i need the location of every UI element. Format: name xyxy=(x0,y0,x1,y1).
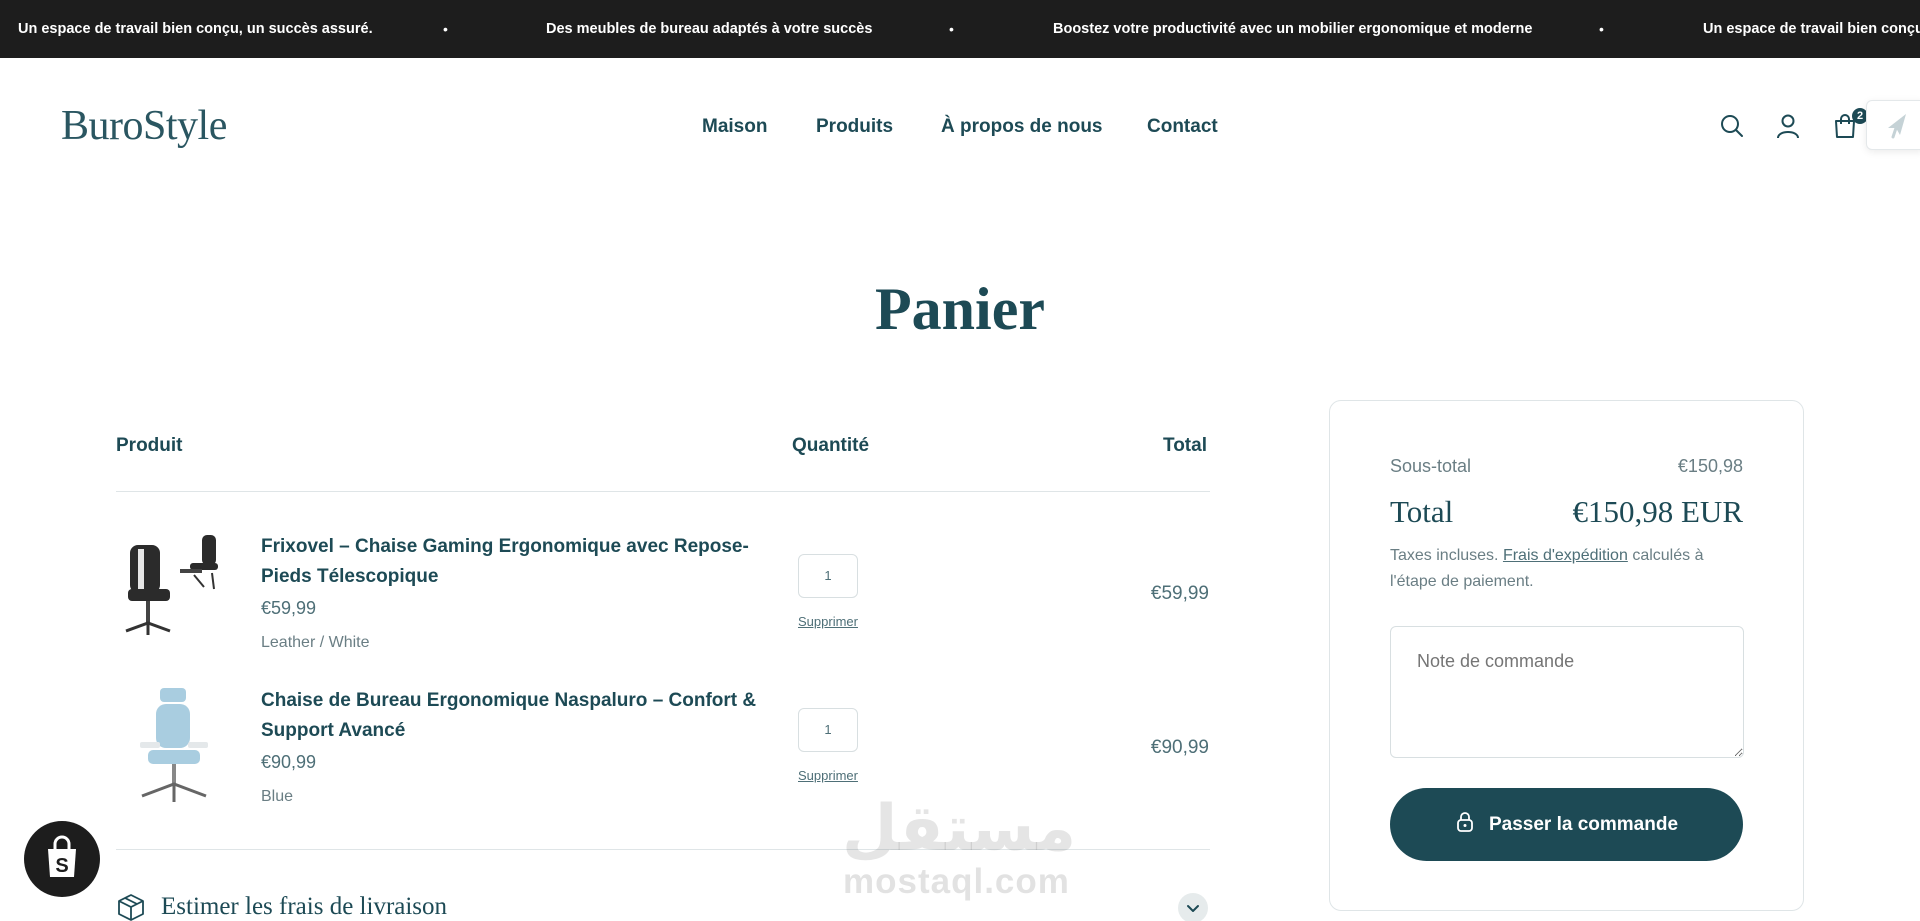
quantity-input[interactable]: 1 xyxy=(798,708,858,752)
product-variant: Blue xyxy=(261,788,294,805)
announcement-separator: • xyxy=(1599,21,1604,37)
shipping-estimate-toggle[interactable]: Estimer les frais de livraison xyxy=(161,893,447,921)
floating-action-button[interactable] xyxy=(1866,100,1920,150)
product-title[interactable]: Chaise de Bureau Ergonomique Naspaluro –… xyxy=(261,686,761,746)
lock-icon xyxy=(1455,811,1475,839)
remove-item-link[interactable]: Supprimer xyxy=(798,768,858,783)
column-header-product: Produit xyxy=(116,435,183,456)
announcement-bar: Un espace de travail bien conçu, un succ… xyxy=(0,0,1920,58)
column-header-quantity: Quantité xyxy=(792,435,870,456)
product-price: €59,99 xyxy=(261,598,317,618)
svg-text:S: S xyxy=(55,855,68,877)
announcement-message: Un espace de travail bien conçu, u xyxy=(1703,21,1920,37)
remove-item-link[interactable]: Supprimer xyxy=(798,614,858,629)
total-value: €150,98 EUR xyxy=(1572,494,1744,529)
rocket-icon xyxy=(1888,114,1906,139)
account-icon[interactable] xyxy=(1774,112,1802,140)
checkout-label: Passer la commande xyxy=(1488,813,1679,835)
subtotal-value: €150,98 xyxy=(1677,456,1743,476)
nav-item-produits[interactable]: Produits xyxy=(816,116,893,138)
announcement-message: Un espace de travail bien conçu, un succ… xyxy=(18,21,373,37)
package-icon xyxy=(116,892,146,921)
product-image-gaming-chair[interactable] xyxy=(116,531,232,651)
shopify-bag-icon[interactable]: S xyxy=(24,821,100,897)
product-title[interactable]: Frixovel – Chaise Gaming Ergonomique ave… xyxy=(261,532,761,592)
product-variant: Leather / White xyxy=(261,634,370,651)
checkout-button[interactable]: Passer la commande xyxy=(1390,788,1743,861)
tax-note: Taxes incluses. Frais d'expédition calcu… xyxy=(1390,543,1750,595)
announcement-separator: • xyxy=(443,21,448,37)
order-note-field[interactable] xyxy=(1390,626,1744,758)
watermark-arabic: مستقل xyxy=(842,792,1077,866)
line-total: €59,99 xyxy=(1150,583,1209,604)
nav-item-a-propos[interactable]: À propos de nous xyxy=(941,116,1103,138)
watermark-latin: mostaql.com xyxy=(843,862,1070,901)
chevron-down-icon[interactable] xyxy=(1178,893,1208,921)
announcement-message: Des meubles de bureau adaptés à votre su… xyxy=(546,21,873,37)
announcement-separator: • xyxy=(949,21,954,37)
line-total: €90,99 xyxy=(1150,737,1209,758)
shipping-policy-link[interactable]: Frais d'expédition xyxy=(1503,547,1628,564)
page-title: Panier xyxy=(875,276,1045,342)
product-image-office-chair[interactable] xyxy=(130,684,220,810)
tax-note-prefix: Taxes incluses. xyxy=(1390,547,1499,564)
product-price: €90,99 xyxy=(261,752,317,772)
column-header-total: Total xyxy=(1163,435,1207,456)
nav-item-contact[interactable]: Contact xyxy=(1147,116,1218,138)
announcement-message: Boostez votre productivité avec un mobil… xyxy=(1053,21,1533,37)
quantity-input[interactable]: 1 xyxy=(798,554,858,598)
search-icon[interactable] xyxy=(1718,112,1746,140)
table-divider xyxy=(116,491,1210,492)
nav-item-maison[interactable]: Maison xyxy=(702,116,767,138)
subtotal-label: Sous-total xyxy=(1390,456,1472,476)
site-logo[interactable]: BuroStyle xyxy=(61,102,227,150)
